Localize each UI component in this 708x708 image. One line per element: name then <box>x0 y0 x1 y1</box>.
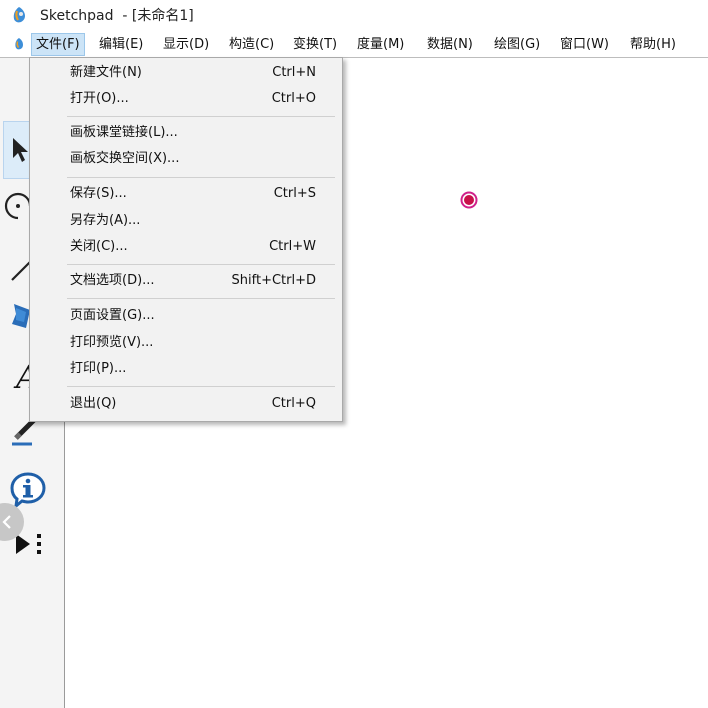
file-menu-dropdown: 新建文件(N) Ctrl+N 打开(O)... Ctrl+O 画板课堂链接(L)… <box>29 57 343 422</box>
menu-construct[interactable]: 构造(C) <box>225 34 278 55</box>
shortcut-label: Ctrl+O <box>271 91 316 106</box>
menu-item-document-options[interactable]: 文档选项(D)... Shift+Ctrl+D <box>30 269 342 293</box>
menu-display[interactable]: 显示(D) <box>159 34 213 55</box>
shortcut-label: Ctrl+N <box>272 65 316 80</box>
menu-separator <box>67 298 335 299</box>
title-bar: Sketchpad - [未命名1] <box>0 0 708 30</box>
point-marker[interactable] <box>460 191 478 209</box>
window-title: Sketchpad - [未命名1] <box>40 8 194 24</box>
chevron-left-icon <box>2 515 11 529</box>
menu-file[interactable]: 文件(F) <box>31 33 85 56</box>
shortcut-label: Shift+Ctrl+D <box>231 273 316 288</box>
menu-item-close[interactable]: 关闭(C)... Ctrl+W <box>30 235 342 259</box>
menu-separator <box>67 264 335 265</box>
menu-transform[interactable]: 变换(T) <box>289 34 341 55</box>
menu-separator <box>67 386 335 387</box>
menu-help[interactable]: 帮助(H) <box>626 34 680 55</box>
sketchpad-logo-icon <box>13 7 25 23</box>
menu-graph[interactable]: 绘图(G) <box>490 34 544 55</box>
menu-item-exchange-space[interactable]: 画板交换空间(X)... <box>30 147 342 171</box>
arrow-select-icon <box>13 138 28 162</box>
shortcut-label: Ctrl+Q <box>271 396 316 411</box>
menu-separator <box>67 177 335 178</box>
shortcut-label: Ctrl+S <box>273 186 316 201</box>
menu-item-new-file[interactable]: 新建文件(N) Ctrl+N <box>30 61 342 85</box>
menu-item-save[interactable]: 保存(S)... Ctrl+S <box>30 182 342 206</box>
menu-item-class-link[interactable]: 画板课堂链接(L)... <box>30 121 342 145</box>
menu-item-open[interactable]: 打开(O)... Ctrl+O <box>30 87 342 111</box>
menu-item-exit[interactable]: 退出(Q) Ctrl+Q <box>30 392 342 416</box>
menu-edit[interactable]: 编辑(E) <box>95 34 147 55</box>
menu-separator <box>67 116 335 117</box>
menu-bar: 文件(F) 编辑(E) 显示(D) 构造(C) 变换(T) 度量(M) 数据(N… <box>0 32 708 58</box>
system-menu-icon[interactable] <box>12 37 26 51</box>
menu-item-print-preview[interactable]: 打印预览(V)... <box>30 331 342 355</box>
menu-item-save-as[interactable]: 另存为(A)... <box>30 209 342 233</box>
menu-data[interactable]: 数据(N) <box>423 34 477 55</box>
menu-item-page-setup[interactable]: 页面设置(G)... <box>30 304 342 328</box>
menu-measure[interactable]: 度量(M) <box>353 34 408 55</box>
menu-window[interactable]: 窗口(W) <box>556 34 613 55</box>
shortcut-label: Ctrl+W <box>269 239 316 254</box>
menu-item-print[interactable]: 打印(P)... <box>30 357 342 381</box>
